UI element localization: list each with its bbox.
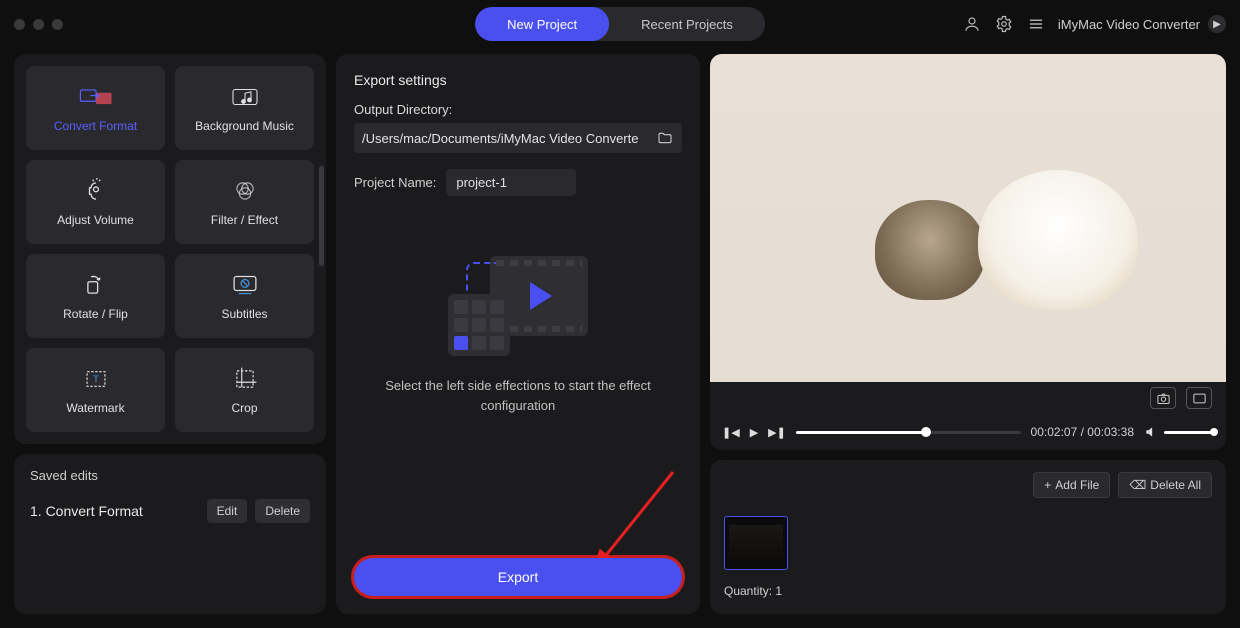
title-bar: New Project Recent Projects iMyMac Video… <box>0 0 1240 48</box>
fullscreen-icon[interactable] <box>1186 387 1212 409</box>
subtitles-icon <box>231 271 259 299</box>
brand-logo-icon: ▶ <box>1208 15 1226 33</box>
tools-panel: Convert Format Background Music Adjust Vol… <box>14 54 326 444</box>
output-directory-label: Output Directory: <box>354 102 682 117</box>
svg-text:T: T <box>93 374 99 385</box>
window-controls[interactable] <box>14 19 63 30</box>
snapshot-icon[interactable] <box>1150 387 1176 409</box>
app-name: iMyMac Video Converter <box>1058 17 1200 32</box>
tool-convert-format[interactable]: Convert Format <box>26 66 165 150</box>
playback-time: 00:02:07 / 00:03:38 <box>1031 425 1134 439</box>
player-controls: ❚◀ ▶ ▶❚ 00:02:07 / 00:03:38 <box>710 414 1226 450</box>
tool-background-music[interactable]: Background Music <box>175 66 314 150</box>
next-icon[interactable]: ▶❚ <box>768 426 786 439</box>
project-name-label: Project Name: <box>354 175 436 190</box>
project-name-input[interactable] <box>446 169 576 196</box>
export-help-text: Select the left side effections to start… <box>354 376 682 415</box>
export-heading: Export settings <box>354 72 682 88</box>
add-file-button[interactable]: +Add File <box>1033 472 1110 498</box>
rotate-flip-icon <box>83 271 109 299</box>
tool-label: Subtitles <box>221 307 267 321</box>
file-list-panel: +Add File ⌫Delete All Quantity: 1 <box>710 460 1226 614</box>
video-preview-panel: ❚◀ ▶ ▶❚ 00:02:07 / 00:03:38 <box>710 54 1226 450</box>
tool-label: Convert Format <box>54 119 137 133</box>
tool-subtitles[interactable]: Subtitles <box>175 254 314 338</box>
convert-format-icon <box>79 83 113 111</box>
background-music-icon <box>230 83 260 111</box>
prev-icon[interactable]: ❚◀ <box>722 426 740 439</box>
video-content <box>710 54 1226 382</box>
edit-button[interactable]: Edit <box>207 499 248 523</box>
tool-label: Watermark <box>66 401 124 415</box>
tool-label: Crop <box>231 401 257 415</box>
adjust-volume-icon <box>83 177 109 205</box>
tool-crop[interactable]: Crop <box>175 348 314 432</box>
video-frame <box>710 54 1226 382</box>
brand: iMyMac Video Converter ▶ <box>1058 15 1226 33</box>
play-icon[interactable]: ▶ <box>750 426 758 439</box>
crop-icon <box>232 365 258 393</box>
tab-recent-projects[interactable]: Recent Projects <box>609 7 765 41</box>
tool-label: Rotate / Flip <box>63 307 128 321</box>
delete-all-button[interactable]: ⌫Delete All <box>1118 472 1212 498</box>
watermark-icon: T <box>83 365 109 393</box>
delete-button[interactable]: Delete <box>255 499 310 523</box>
settings-icon[interactable] <box>994 14 1014 34</box>
file-thumbnail[interactable] <box>724 516 788 570</box>
menu-icon[interactable] <box>1026 14 1046 34</box>
filter-effect-icon <box>232 177 258 205</box>
output-directory-value: /Users/mac/Documents/iMyMac Video Conver… <box>362 131 656 146</box>
progress-bar[interactable] <box>796 431 1021 434</box>
quantity-label: Quantity: 1 <box>724 584 1212 598</box>
tool-label: Background Music <box>195 119 294 133</box>
saved-edits-heading: Saved edits <box>30 468 310 483</box>
saved-edit-item: 1. Convert Format <box>30 503 199 519</box>
export-settings-panel: Export settings Output Directory: /Users… <box>336 54 700 614</box>
volume-slider[interactable] <box>1164 431 1214 434</box>
tool-label: Filter / Effect <box>211 213 278 227</box>
tool-rotate-flip[interactable]: Rotate / Flip <box>26 254 165 338</box>
export-button[interactable]: Export <box>354 558 682 596</box>
tool-watermark[interactable]: T Watermark <box>26 348 165 432</box>
tool-label: Adjust Volume <box>57 213 134 227</box>
tab-new-project[interactable]: New Project <box>475 7 609 41</box>
project-tabs: New Project Recent Projects <box>475 7 765 41</box>
account-icon[interactable] <box>962 14 982 34</box>
tool-filter-effect[interactable]: Filter / Effect <box>175 160 314 244</box>
export-illustration <box>448 256 588 356</box>
browse-folder-icon[interactable] <box>656 129 674 147</box>
tools-scrollbar[interactable] <box>319 66 324 426</box>
tool-adjust-volume[interactable]: Adjust Volume <box>26 160 165 244</box>
saved-edits-panel: Saved edits 1. Convert Format Edit Delet… <box>14 454 326 614</box>
volume-icon[interactable] <box>1144 425 1158 439</box>
